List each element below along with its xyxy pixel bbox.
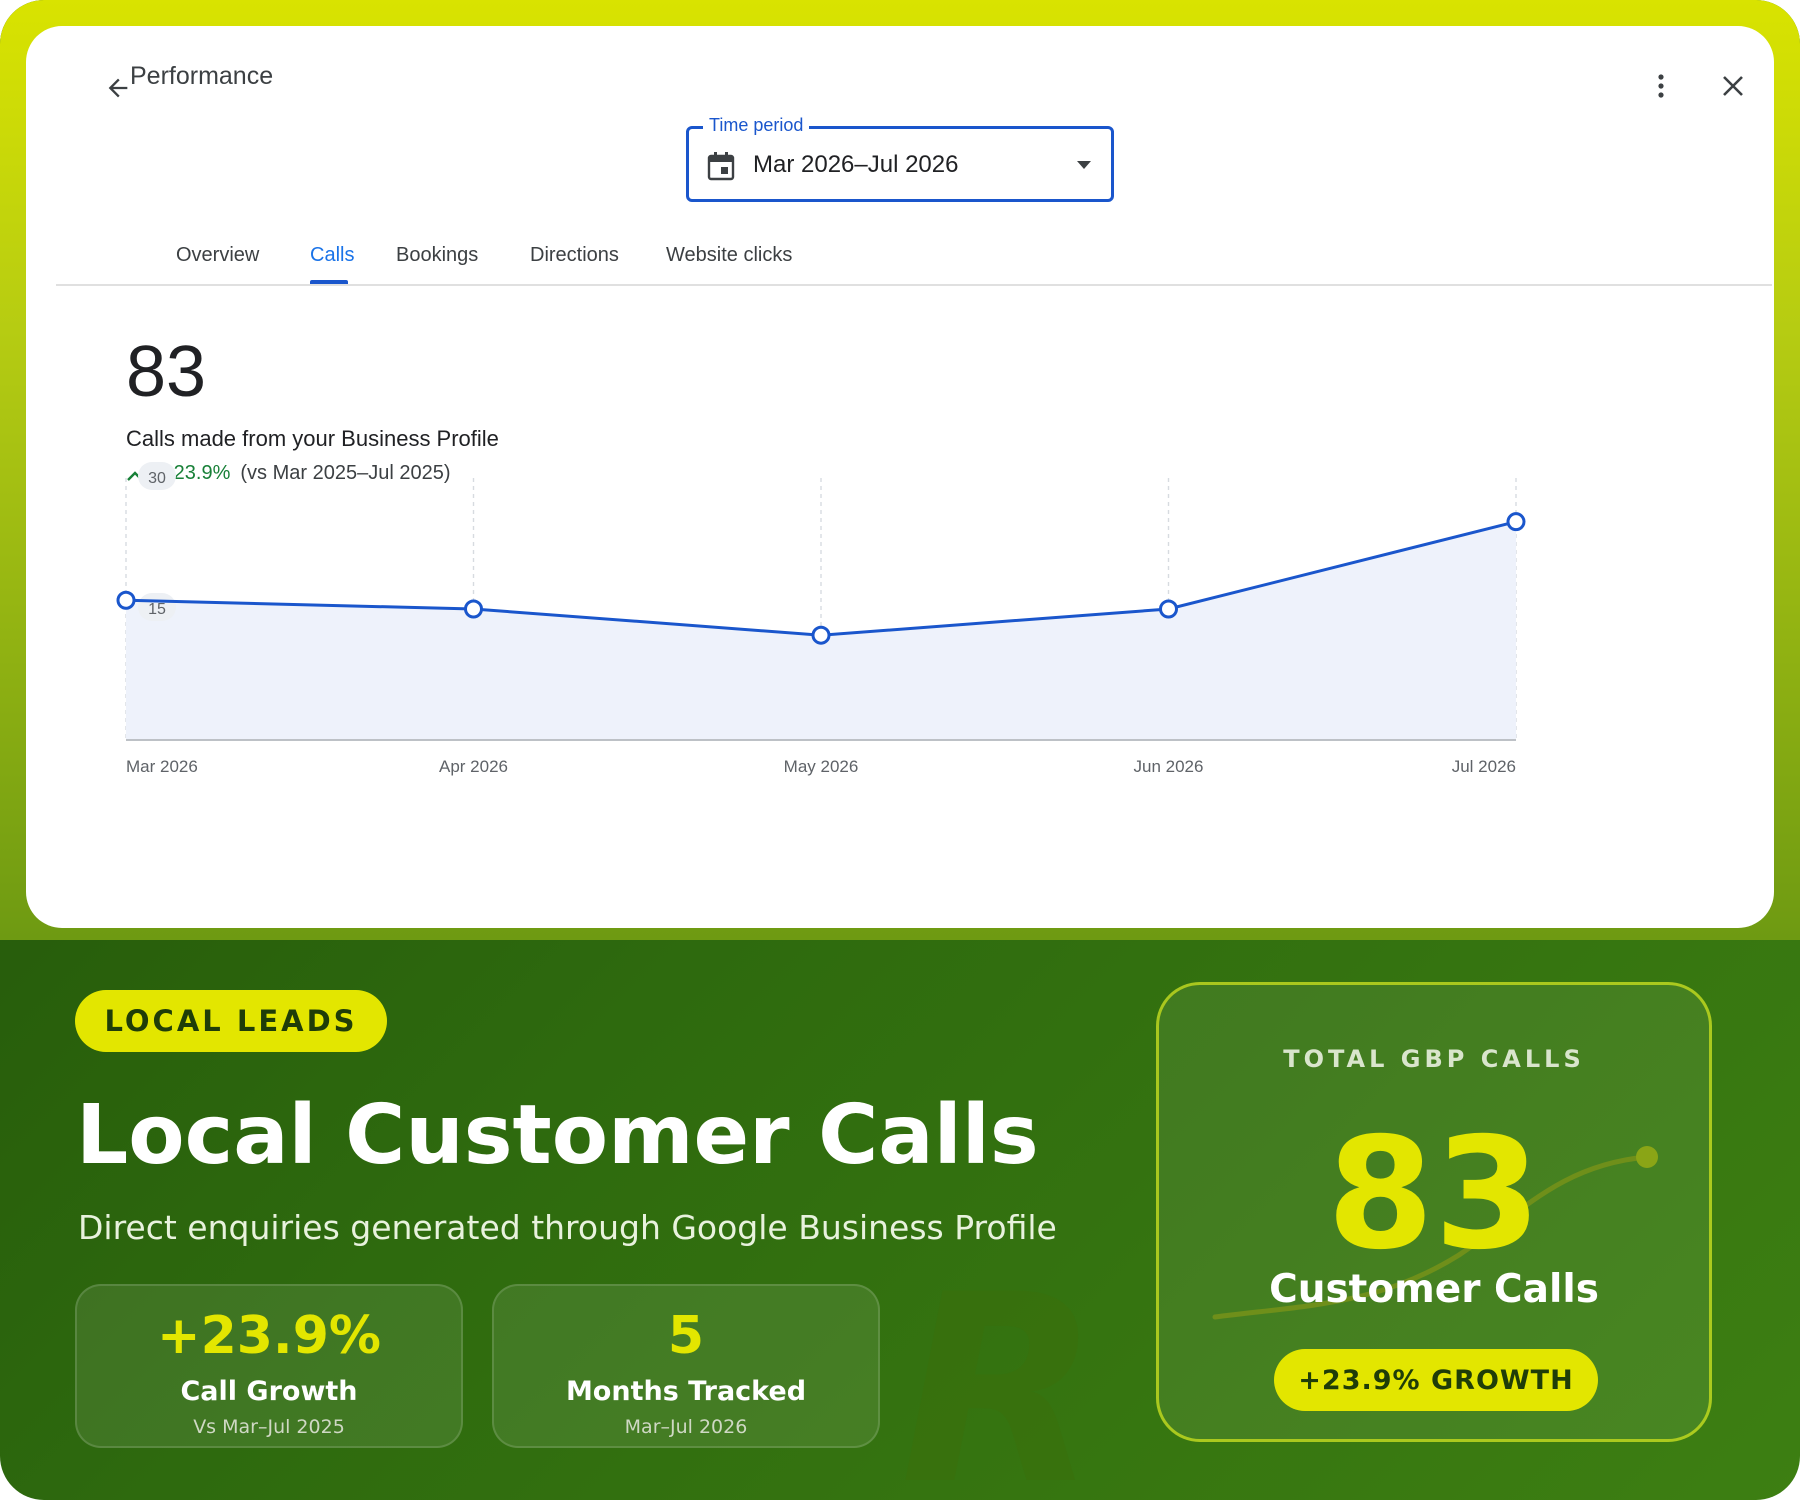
x-tick-label: Apr 2026	[439, 757, 508, 776]
data-point	[811, 625, 831, 645]
promo-headline: Local Customer Calls	[76, 1088, 1039, 1183]
data-point	[116, 590, 136, 610]
local-leads-badge: LOCAL LEADS	[75, 990, 387, 1052]
total-calls-card: TOTAL GBP CALLS 83 Customer Calls +23.9%…	[1156, 982, 1712, 1442]
y-tick-label: 15	[148, 601, 166, 618]
stat-note: Vs Mar–Jul 2025	[193, 1416, 345, 1438]
total-card-title: TOTAL GBP CALLS	[1283, 1045, 1585, 1073]
brand-watermark: R	[900, 1240, 1100, 1500]
stat-name: Call Growth	[180, 1376, 358, 1407]
stat-value: +23.9%	[157, 1306, 381, 1366]
stat-note: Mar–Jul 2026	[624, 1416, 748, 1438]
stat-call-growth: +23.9% Call Growth Vs Mar–Jul 2025	[75, 1284, 463, 1448]
image-frame: Performance Time period Mar 2026–Jul 202…	[0, 0, 1800, 1500]
stat-value: 5	[667, 1306, 705, 1366]
stat-months-tracked: 5 Months Tracked Mar–Jul 2026	[492, 1284, 880, 1448]
x-tick-label: Jul 2026	[1452, 757, 1516, 776]
performance-card: Performance Time period Mar 2026–Jul 202…	[26, 26, 1774, 928]
data-point	[1506, 512, 1526, 532]
x-tick-label: Mar 2026	[126, 757, 198, 776]
calls-line-chart: 30 15 Mar 2026 Apr 2026 May 2026 Jun 2026 Jul …	[116, 462, 1526, 776]
growth-pill: +23.9% GROWTH	[1274, 1349, 1598, 1411]
stat-name: Months Tracked	[565, 1376, 807, 1407]
y-tick-label: 30	[148, 470, 166, 487]
x-tick-label: May 2026	[784, 757, 859, 776]
data-point	[464, 599, 483, 619]
total-card-number: 83	[1326, 1105, 1542, 1284]
data-point	[1159, 599, 1178, 619]
x-tick-label: Jun 2026	[1134, 757, 1204, 776]
total-card-label: Customer Calls	[1269, 1267, 1599, 1312]
